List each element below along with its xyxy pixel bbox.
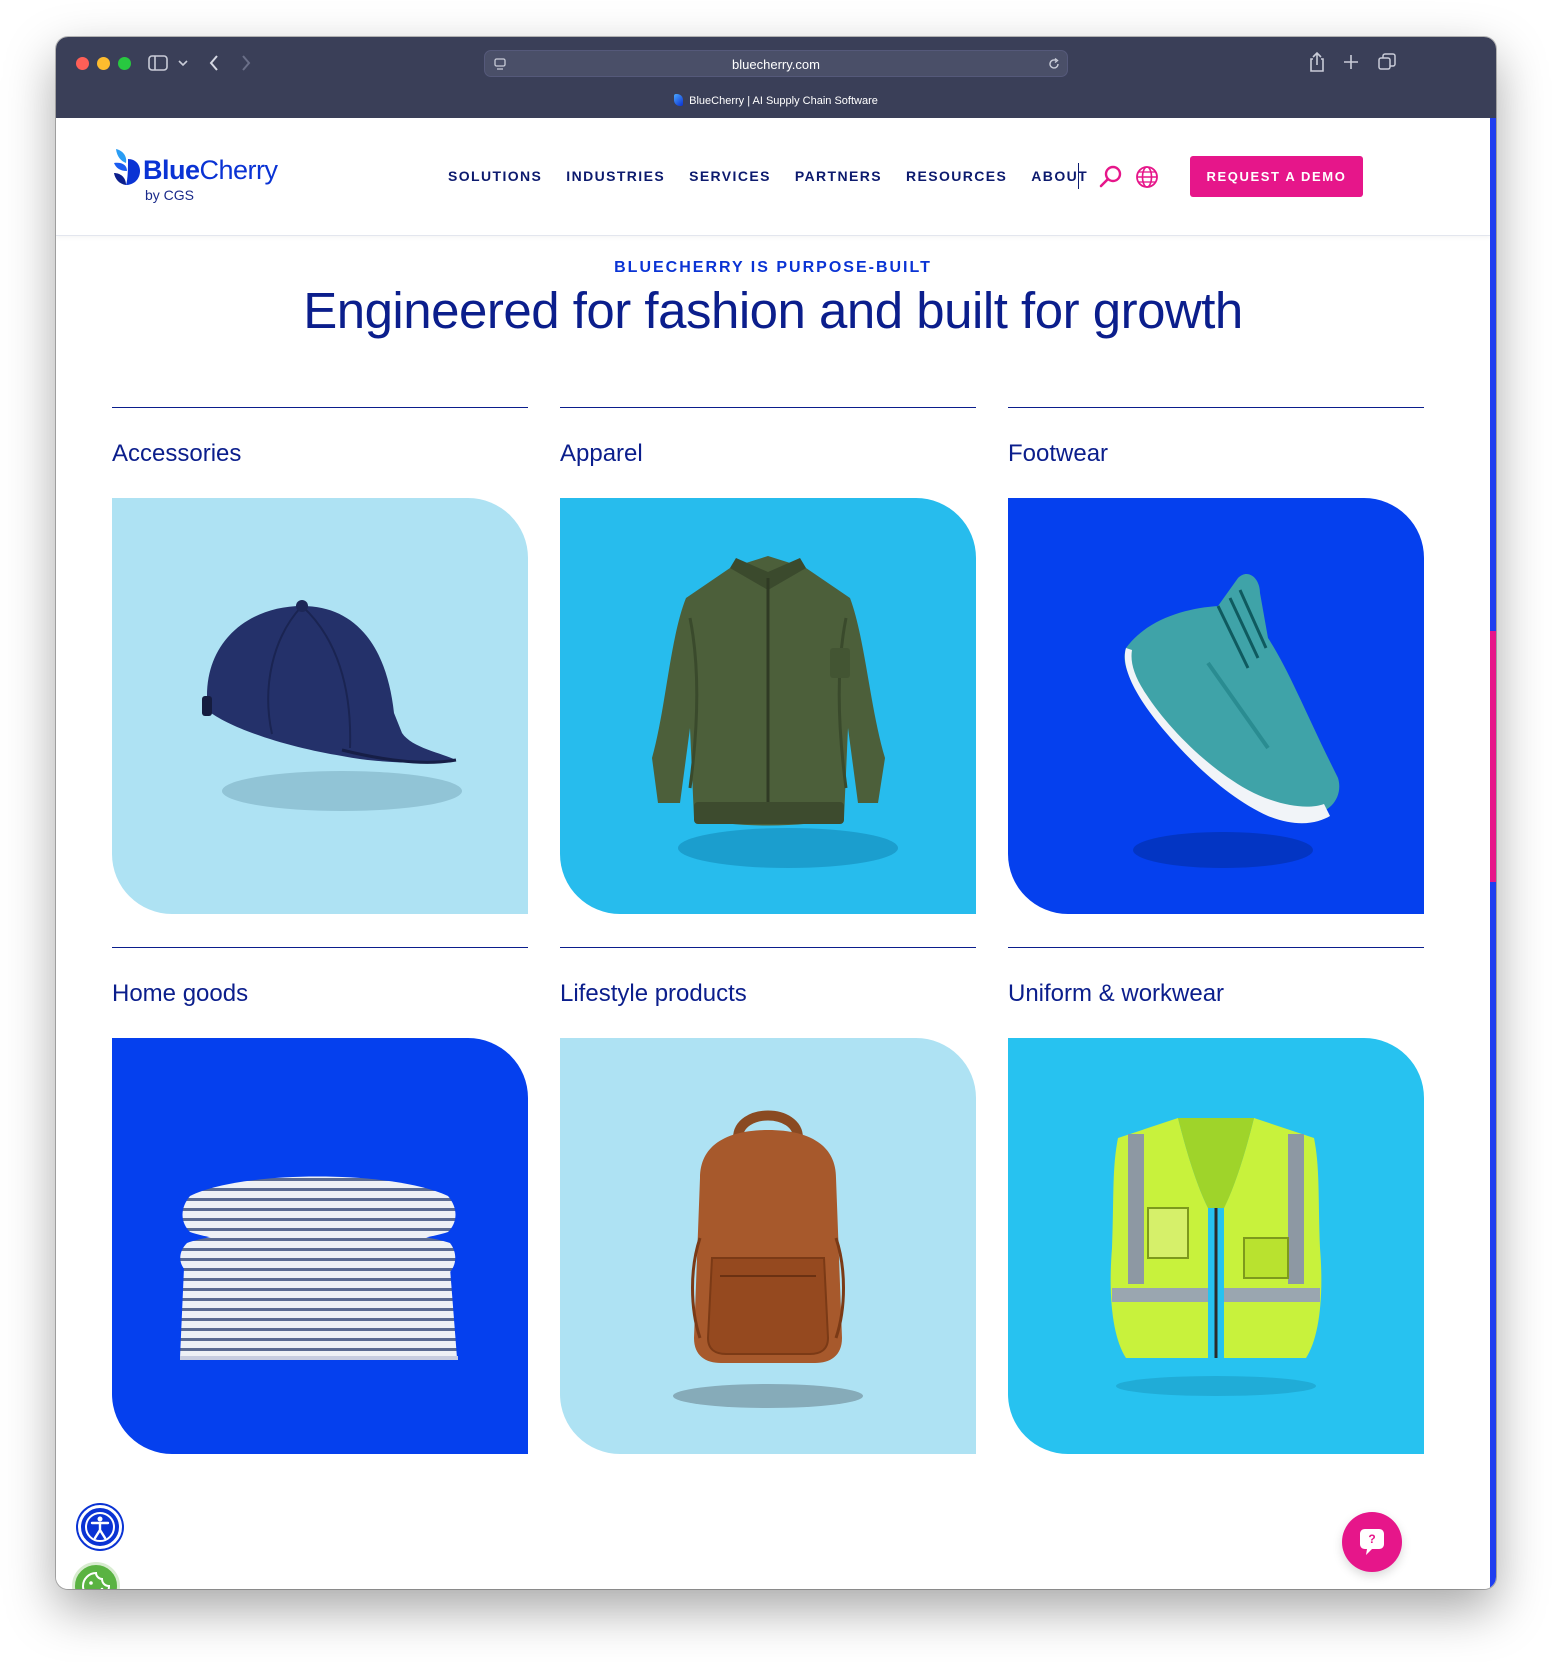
tabs-overview-icon[interactable]	[1378, 53, 1396, 71]
card-image-jacket[interactable]	[560, 498, 976, 914]
close-window-button[interactable]	[76, 57, 89, 70]
logo-wordmark: BlueCherry	[143, 155, 278, 186]
card-image-cap[interactable]	[112, 498, 528, 914]
page-content: BlueCherry by CGS SOLUTIONS INDUSTRIES S…	[56, 118, 1496, 1589]
chevron-down-icon[interactable]	[178, 59, 188, 67]
site-header: BlueCherry by CGS SOLUTIONS INDUSTRIES S…	[56, 118, 1490, 236]
card-divider	[112, 407, 528, 408]
section-eyebrow: BLUECHERRY IS PURPOSE-BUILT	[614, 259, 932, 276]
logo-mark-icon	[114, 149, 140, 185]
backpack-image	[673, 1110, 863, 1408]
card-divider	[560, 407, 976, 408]
scrollbar-thumb[interactable]	[1490, 631, 1496, 882]
card-image-sneaker[interactable]	[1008, 498, 1424, 914]
forward-icon[interactable]	[240, 54, 252, 72]
cookie-settings-button[interactable]	[72, 1562, 120, 1589]
card-image-vest[interactable]	[1008, 1038, 1424, 1454]
vest-image	[1110, 1118, 1322, 1396]
section-headline: Engineered for fashion and built for gro…	[303, 282, 1243, 339]
main-nav: SOLUTIONS INDUSTRIES SERVICES PARTNERS R…	[448, 168, 1112, 184]
card-image-pillows[interactable]	[112, 1038, 528, 1454]
nav-industries[interactable]: INDUSTRIES	[566, 168, 665, 184]
logo-word-bold: Blue	[143, 155, 200, 185]
tab-title: BlueCherry | AI Supply Chain Software	[689, 95, 878, 107]
card-title[interactable]: Apparel	[560, 440, 643, 468]
card-divider	[1008, 407, 1424, 408]
chat-label: ?	[1368, 1532, 1376, 1546]
browser-toolbar: bluecherry.com BlueCherry | AI Supply Ch…	[56, 37, 1496, 118]
pillows-image	[180, 1176, 458, 1360]
sneaker-image	[1124, 573, 1340, 868]
card-title[interactable]: Lifestyle products	[560, 980, 747, 1008]
favicon-icon	[674, 94, 684, 106]
nav-partners[interactable]: PARTNERS	[795, 168, 882, 184]
accessibility-icon	[85, 1512, 115, 1542]
cookie-icon	[81, 1571, 111, 1589]
cap-image	[202, 600, 462, 811]
nav-about[interactable]: ABOUT	[1031, 168, 1088, 184]
reload-icon[interactable]	[1047, 57, 1061, 71]
card-divider	[560, 947, 976, 948]
zoom-window-button[interactable]	[118, 57, 131, 70]
nav-services[interactable]: SERVICES	[689, 168, 771, 184]
search-icon[interactable]	[1098, 164, 1124, 190]
accessibility-button[interactable]	[78, 1505, 122, 1549]
nav-divider	[1078, 163, 1079, 189]
request-demo-button[interactable]: REQUEST A DEMO	[1190, 156, 1363, 197]
nav-resources[interactable]: RESOURCES	[906, 168, 1007, 184]
jacket-image	[652, 556, 898, 868]
sidebar-icon[interactable]	[148, 54, 168, 72]
card-title[interactable]: Accessories	[112, 440, 241, 468]
window-controls	[76, 57, 131, 70]
globe-icon[interactable]	[1134, 164, 1160, 190]
url-text: bluecherry.com	[732, 57, 820, 72]
card-divider	[1008, 947, 1424, 948]
card-divider	[112, 947, 528, 948]
card-title[interactable]: Footwear	[1008, 440, 1108, 468]
help-chat-button[interactable]: ?	[1342, 1512, 1402, 1572]
card-title[interactable]: Home goods	[112, 980, 248, 1008]
minimize-window-button[interactable]	[97, 57, 110, 70]
new-tab-icon[interactable]	[1343, 54, 1359, 70]
card-image-backpack[interactable]	[560, 1038, 976, 1454]
share-icon[interactable]	[1308, 51, 1326, 73]
address-bar[interactable]: bluecherry.com	[484, 50, 1068, 77]
bluecherry-logo[interactable]: BlueCherry by CGS	[114, 149, 284, 205]
browser-window: bluecherry.com BlueCherry | AI Supply Ch…	[56, 37, 1496, 1589]
active-tab[interactable]: BlueCherry | AI Supply Chain Software	[56, 94, 1496, 107]
logo-word-rest: Cherry	[199, 155, 279, 185]
logo-byline: by CGS	[145, 187, 195, 203]
back-icon[interactable]	[208, 54, 220, 72]
nav-solutions[interactable]: SOLUTIONS	[448, 168, 542, 184]
card-title[interactable]: Uniform & workwear	[1008, 980, 1224, 1008]
